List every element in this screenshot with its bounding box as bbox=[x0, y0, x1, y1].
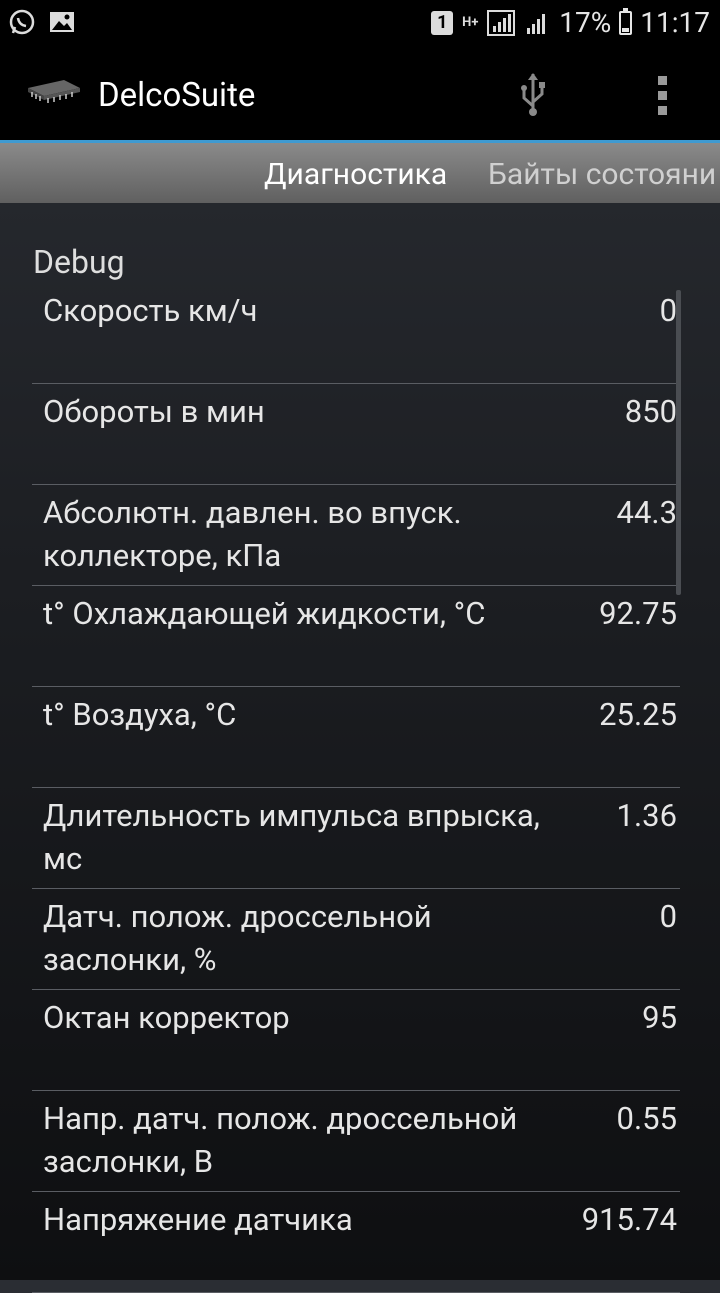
param-label: Октан корректор bbox=[43, 999, 290, 1036]
diagnostics-list: Debug Скорость км/ч 0 Обороты в мин 850 … bbox=[0, 203, 720, 1293]
list-item[interactable]: Скорость км/ч 0 bbox=[32, 283, 680, 384]
tab-state-bytes[interactable]: Байты состояни bbox=[488, 157, 716, 192]
param-value: 915.74 bbox=[581, 1201, 677, 1238]
list-item[interactable]: t° Воздуха, °C 25.25 bbox=[32, 687, 680, 788]
tab-strip: Диагностика Байты состояни bbox=[0, 143, 720, 203]
param-value: 95 bbox=[642, 999, 677, 1036]
overflow-menu-icon[interactable] bbox=[655, 76, 669, 116]
sim-badge: 1 bbox=[431, 10, 454, 35]
list-item[interactable]: t° Охлаждающей жидкости, °C 92.75 bbox=[32, 586, 680, 687]
param-label: Абсолютн. давлен. во впуск. коллекторе, … bbox=[43, 494, 462, 574]
list-item[interactable]: Длительность импульса впрыска, мс 1.36 bbox=[32, 788, 680, 889]
app-title: DelcoSuite bbox=[98, 76, 256, 115]
param-value: 0 bbox=[659, 292, 677, 329]
chip-icon[interactable] bbox=[24, 78, 84, 104]
param-value: 25.25 bbox=[599, 696, 677, 733]
action-bar: DelcoSuite bbox=[0, 48, 720, 143]
network-type-icon: H+ bbox=[462, 15, 479, 30]
param-value: 92.75 bbox=[599, 595, 677, 632]
list-item[interactable]: Октан корректор 95 bbox=[32, 990, 680, 1091]
gallery-icon bbox=[50, 12, 74, 32]
param-label: Напряжение датчика bbox=[43, 1201, 353, 1238]
param-rows: Скорость км/ч 0 Обороты в мин 850 Абсолю… bbox=[32, 283, 680, 1293]
usb-icon[interactable] bbox=[516, 72, 550, 118]
param-label: Напр. датч. полож. дроссельной заслонки,… bbox=[43, 1100, 518, 1180]
battery-icon bbox=[619, 7, 633, 35]
param-label: Обороты в мин bbox=[43, 393, 265, 430]
signal-icon bbox=[487, 9, 516, 36]
param-value: 0 bbox=[659, 898, 677, 935]
section-title: Debug bbox=[33, 243, 125, 281]
param-label: t° Охлаждающей жидкости, °C bbox=[43, 595, 486, 632]
signal-2-icon bbox=[527, 13, 546, 34]
param-label: t° Воздуха, °C bbox=[43, 696, 237, 733]
list-item[interactable]: Напряжение датчика 915.74 bbox=[32, 1192, 680, 1293]
list-item[interactable]: Абсолютн. давлен. во впуск. коллекторе, … bbox=[32, 485, 680, 586]
param-label: Датч. полож. дроссельной заслонки, % bbox=[43, 898, 432, 978]
list-item[interactable]: Напр. датч. полож. дроссельной заслонки,… bbox=[32, 1091, 680, 1192]
scrollbar[interactable] bbox=[676, 290, 681, 595]
param-label: Скорость км/ч bbox=[43, 292, 258, 329]
param-value: 850 bbox=[624, 393, 677, 430]
param-value: 0.55 bbox=[616, 1100, 677, 1137]
param-value: 44.3 bbox=[616, 494, 677, 531]
param-label: Длительность импульса впрыска, мс bbox=[43, 797, 540, 877]
list-item[interactable]: Датч. полож. дроссельной заслонки, % 0 bbox=[32, 889, 680, 990]
list-item[interactable]: Обороты в мин 850 bbox=[32, 384, 680, 485]
clock: 11:17 bbox=[640, 6, 710, 39]
status-bar: 1 H+ 17% 11:17 bbox=[0, 0, 720, 48]
battery-percent: 17% bbox=[559, 6, 612, 39]
whatsapp-icon bbox=[9, 9, 35, 35]
tab-diagnostics[interactable]: Диагностика bbox=[264, 157, 447, 192]
param-value: 1.36 bbox=[616, 797, 677, 834]
